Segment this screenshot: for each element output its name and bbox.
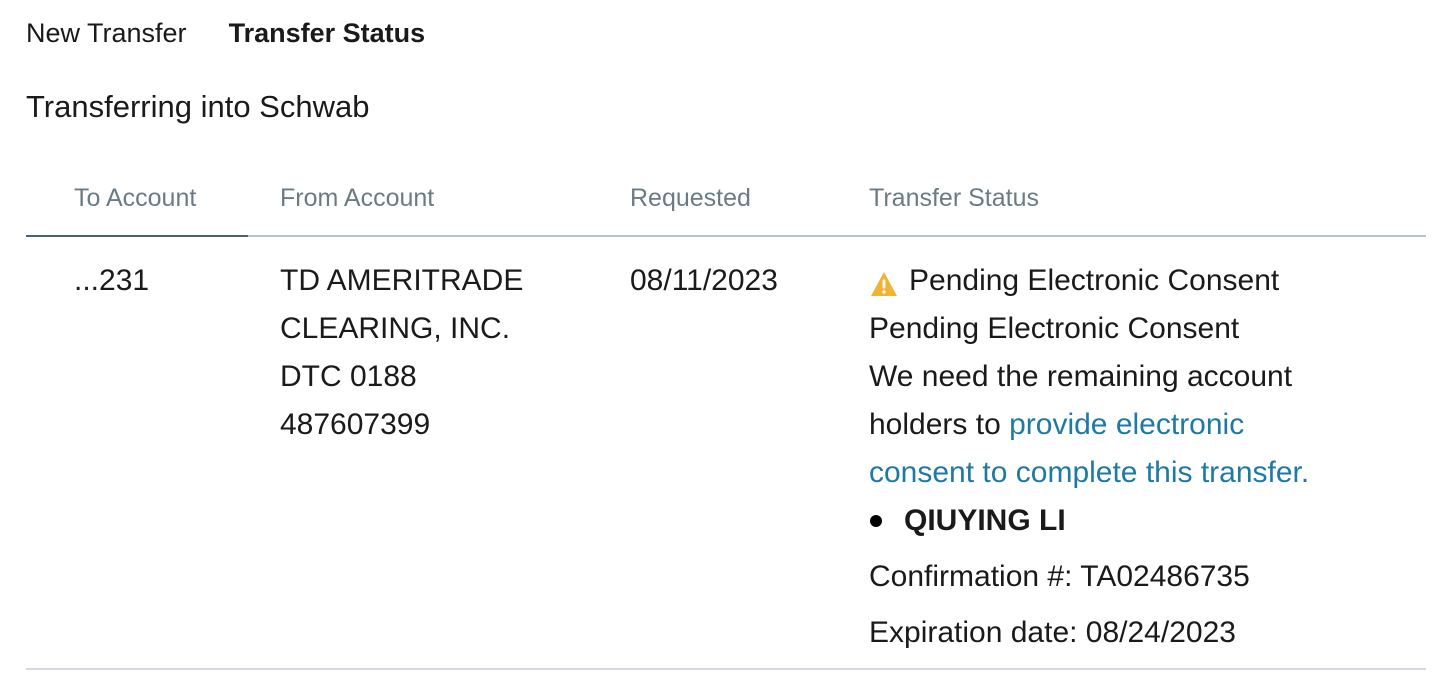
column-header-requested[interactable]: Requested <box>630 184 751 213</box>
expiration-date: Expiration date: 08/24/2023 <box>869 616 1236 649</box>
to-account-cell: ...231 <box>74 257 149 305</box>
status-message-line: We need the remaining account <box>869 360 1293 393</box>
requested-cell: 08/11/2023 <box>630 257 778 305</box>
transfer-tabs: New Transfer Transfer Status <box>26 18 425 49</box>
from-account-line: DTC 0188 <box>280 360 417 393</box>
column-header-from-account[interactable]: From Account <box>280 184 434 213</box>
from-account-line: CLEARING, INC. <box>280 312 511 345</box>
list-item: QIUYING LI <box>869 497 1426 545</box>
status-headline-row: Pending Electronic Consent <box>869 257 1426 305</box>
tab-new-transfer[interactable]: New Transfer <box>26 18 187 49</box>
holder-name: QIUYING LI <box>904 504 1066 537</box>
transfer-status-cell: Pending Electronic Consent Pending Elect… <box>869 257 1426 657</box>
tab-transfer-status[interactable]: Transfer Status <box>229 18 426 49</box>
bullet-icon <box>870 515 882 527</box>
warning-icon <box>869 266 899 296</box>
column-header-to-account[interactable]: To Account <box>74 184 196 213</box>
pending-holders-list: QIUYING LI <box>869 497 1426 545</box>
status-message-prefix: holders to <box>869 408 1010 441</box>
from-account-line: 487607399 <box>280 408 431 441</box>
requested-date: 08/11/2023 <box>630 264 778 297</box>
status-subheadline: Pending Electronic Consent <box>869 312 1240 345</box>
provide-consent-link-continued[interactable]: consent to complete this transfer. <box>869 456 1309 489</box>
from-account-cell: TD AMERITRADE CLEARING, INC. DTC 0188 48… <box>280 257 523 449</box>
status-headline: Pending Electronic Consent <box>909 264 1280 297</box>
from-account-line: TD AMERITRADE <box>280 264 524 297</box>
table-header: To Account From Account Requested Transf… <box>26 180 1426 237</box>
provide-consent-link[interactable]: provide electronic <box>1009 408 1244 441</box>
transfer-table: To Account From Account Requested Transf… <box>26 180 1426 670</box>
section-title: Transferring into Schwab <box>26 89 370 124</box>
status-message-line: consent to complete this transfer. <box>869 449 1426 497</box>
column-header-transfer-status[interactable]: Transfer Status <box>869 184 1039 213</box>
to-account-value: ...231 <box>74 264 150 297</box>
status-message-line: holders to provide electronic <box>869 401 1426 449</box>
table-row: ...231 TD AMERITRADE CLEARING, INC. DTC … <box>26 237 1426 670</box>
confirmation-number: Confirmation #: TA02486735 <box>869 560 1250 593</box>
